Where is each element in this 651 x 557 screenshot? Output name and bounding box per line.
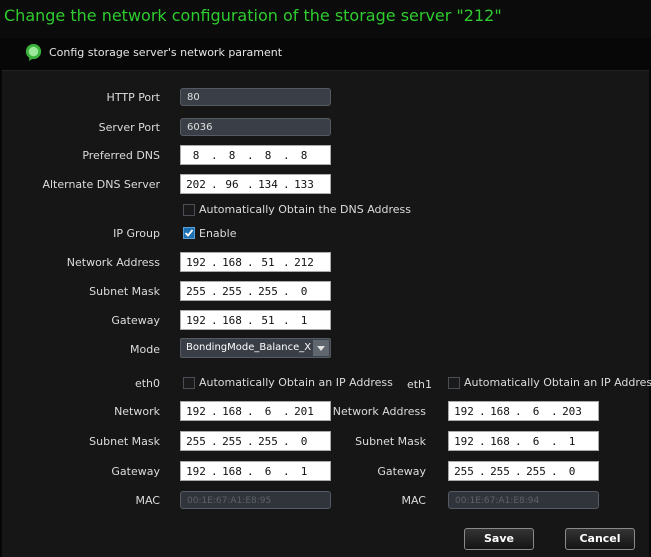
http-port-label: HTTP Port bbox=[106, 91, 160, 104]
network-address-label: Network Address bbox=[66, 256, 160, 269]
subheader-text: Config storage server's network parament bbox=[49, 45, 283, 59]
eth0-mac-label: MAC bbox=[135, 494, 160, 507]
ip-group-enable-label: Enable bbox=[199, 227, 237, 240]
eth1-network-input[interactable]: 192. 168. 6. 203 bbox=[448, 401, 599, 421]
eth0-network-input[interactable]: 192. 168. 6. 201 bbox=[180, 401, 331, 421]
subnet-mask-label: Subnet Mask bbox=[89, 285, 160, 298]
eth0-network-label: Network bbox=[114, 405, 160, 418]
eth1-network-label: Network Address bbox=[332, 405, 426, 418]
alternate-dns-label: Alternate DNS Server bbox=[42, 178, 160, 191]
config-panel: HTTP Port 80 Server Port 6036 Preferred … bbox=[2, 70, 651, 557]
auto-dns-label: Automatically Obtain the DNS Address bbox=[199, 203, 412, 216]
mode-select[interactable]: BondingMode_Balance_X bbox=[180, 338, 331, 358]
network-address-input[interactable]: 192. 168. 51. 212 bbox=[180, 252, 331, 272]
preferred-dns-label: Preferred DNS bbox=[82, 149, 160, 162]
eth0-subnet-mask-input[interactable]: 255. 255. 255. 0 bbox=[180, 431, 331, 451]
checkmark-icon bbox=[184, 229, 194, 237]
eth0-auto-ip-checkbox[interactable] bbox=[183, 377, 195, 389]
eth1-gateway-input[interactable]: 255. 255. 255. 0 bbox=[448, 461, 599, 481]
chat-bubble-icon bbox=[25, 43, 42, 61]
http-port-field[interactable]: 80 bbox=[180, 88, 331, 106]
eth1-subnet-mask-input[interactable]: 192. 168. 6. 1 bbox=[448, 431, 599, 451]
subnet-mask-input[interactable]: 255. 255. 255. 0 bbox=[180, 281, 331, 301]
alternate-dns-input[interactable]: 202. 96. 134. 133 bbox=[180, 174, 331, 194]
eth0-gateway-input[interactable]: 192. 168. 6. 1 bbox=[180, 461, 331, 481]
save-button[interactable]: Save bbox=[464, 528, 534, 550]
window-title: Change the network configuration of the … bbox=[4, 6, 502, 25]
mode-select-value: BondingMode_Balance_X bbox=[186, 342, 312, 353]
auto-dns-checkbox[interactable] bbox=[183, 204, 195, 216]
eth1-mac-label: MAC bbox=[401, 494, 426, 507]
ip-group-enable-checkbox[interactable] bbox=[183, 227, 195, 239]
eth1-auto-ip-label: Automatically Obtain an IP Address bbox=[464, 376, 651, 389]
subheader: Config storage server's network parament bbox=[24, 38, 282, 66]
eth0-label: eth0 bbox=[134, 377, 160, 390]
preferred-dns-input[interactable]: 8. 8. 8. 8 bbox=[180, 145, 331, 165]
cancel-button[interactable]: Cancel bbox=[565, 528, 635, 550]
gateway-input[interactable]: 192. 168. 51. 1 bbox=[180, 310, 331, 330]
eth0-gateway-label: Gateway bbox=[111, 465, 160, 478]
eth1-subnet-mask-label: Subnet Mask bbox=[355, 435, 426, 448]
gateway-label: Gateway bbox=[111, 314, 160, 327]
server-port-field[interactable]: 6036 bbox=[180, 118, 331, 136]
eth0-mac-field: 00:1E:67:A1:E8:95 bbox=[180, 491, 331, 509]
eth1-label: eth1 bbox=[406, 378, 432, 391]
eth1-auto-ip-checkbox[interactable] bbox=[448, 377, 460, 389]
mode-label: Mode bbox=[130, 343, 160, 356]
eth0-subnet-mask-label: Subnet Mask bbox=[89, 435, 160, 448]
chevron-down-icon[interactable] bbox=[313, 340, 329, 356]
server-port-label: Server Port bbox=[98, 121, 160, 134]
eth1-gateway-label: Gateway bbox=[377, 465, 426, 478]
ip-group-label: IP Group bbox=[113, 227, 160, 240]
title-bar: Change the network configuration of the … bbox=[0, 0, 651, 38]
eth1-mac-field: 00:1E:67:A1:E8:94 bbox=[448, 491, 599, 509]
